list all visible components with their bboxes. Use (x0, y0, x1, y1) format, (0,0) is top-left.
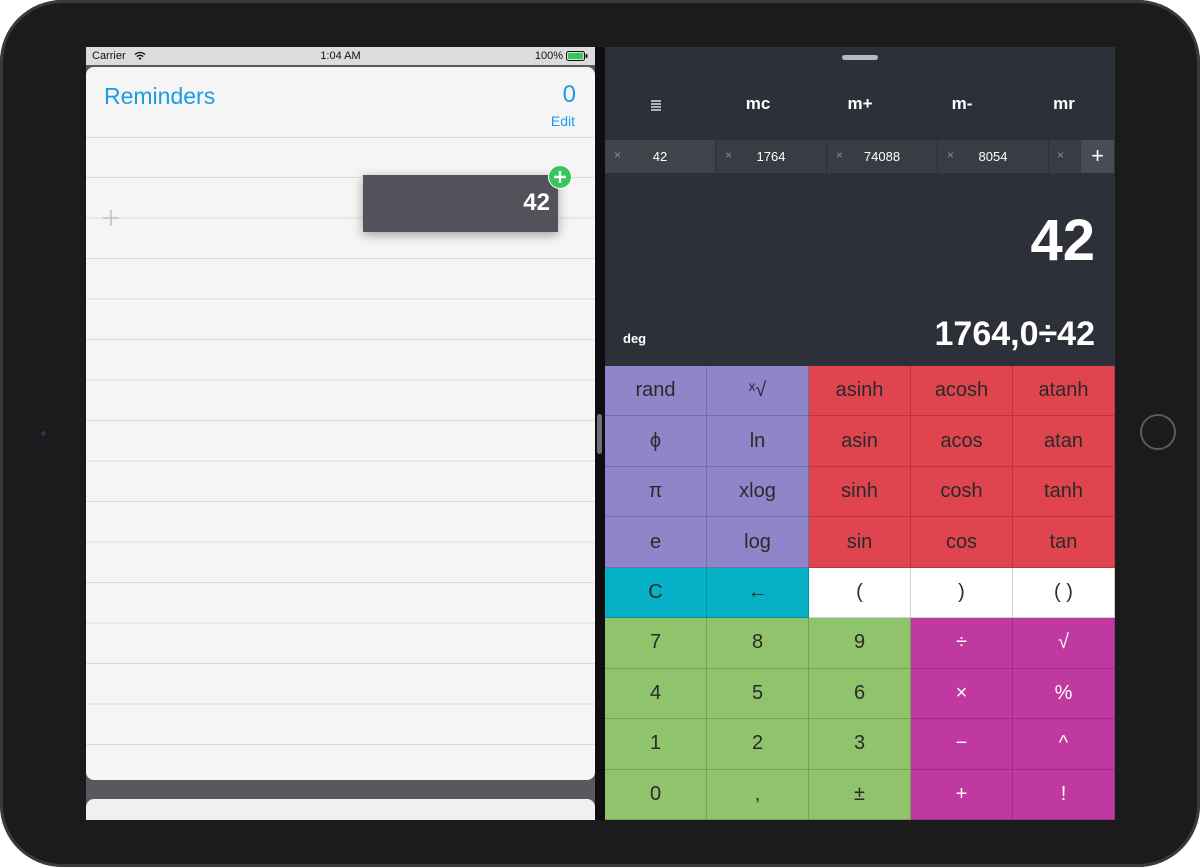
key-open-paren[interactable]: ( (809, 567, 911, 619)
memory-clear-button[interactable]: mc (707, 79, 809, 129)
key-e[interactable]: e (605, 517, 707, 568)
history-value: 74088 (863, 149, 901, 164)
status-bar: Carrier 1:04 AM 100% (86, 47, 595, 65)
key-close-paren[interactable]: ) (911, 567, 1013, 619)
dragged-value-token[interactable]: 42 (363, 175, 558, 232)
key-minus[interactable]: − (911, 719, 1013, 770)
ipad-frame: Carrier 1:04 AM 100% Reminders 0 Edit 42… (0, 0, 1200, 867)
key-xroot[interactable]: ˣ√ (707, 366, 809, 417)
key-0[interactable]: 0 (605, 769, 707, 820)
key-3[interactable]: 3 (809, 719, 911, 770)
edit-button[interactable]: Edit (551, 113, 575, 129)
key-plus[interactable]: + (911, 769, 1013, 820)
camera (39, 429, 48, 438)
key-clear[interactable]: C (605, 567, 707, 619)
home-button[interactable] (1140, 414, 1176, 450)
key-6[interactable]: 6 (809, 668, 911, 720)
page-title: Reminders (104, 83, 216, 109)
history-item[interactable]: × 74088 (827, 140, 938, 173)
slide-over-grabber[interactable] (842, 55, 878, 60)
add-history-button[interactable]: + (1081, 140, 1114, 173)
add-reminder-icon[interactable] (102, 209, 120, 227)
reminders-list: Reminders 0 Edit 42 (86, 67, 595, 780)
key-8[interactable]: 8 (707, 618, 809, 669)
key-asin[interactable]: asin (809, 416, 911, 467)
menu-icon (651, 99, 661, 111)
split-view-handle[interactable] (597, 414, 602, 454)
menu-button[interactable] (605, 79, 707, 129)
key-decimal[interactable]: , (707, 769, 809, 820)
key-log[interactable]: log (707, 517, 809, 568)
key-power[interactable]: ^ (1013, 719, 1115, 770)
history-value: 8054 (978, 149, 1008, 164)
history-item[interactable]: × 1764 (716, 140, 827, 173)
reminders-next-list[interactable] (86, 799, 595, 820)
key-1[interactable]: 1 (605, 719, 707, 770)
memory-row: mc m+ m- mr (605, 79, 1115, 129)
key-sin[interactable]: sin (809, 517, 911, 568)
key-9[interactable]: 9 (809, 618, 911, 669)
memory-add-button[interactable]: m+ (809, 79, 911, 129)
key-negate[interactable]: ± (809, 769, 911, 820)
reminder-count: 0 (562, 81, 576, 108)
battery-percent: 100% (534, 50, 563, 62)
key-2[interactable]: 2 (707, 719, 809, 770)
key-asinh[interactable]: asinh (809, 366, 911, 417)
key-factorial[interactable]: ! (1013, 769, 1115, 820)
battery-icon (566, 51, 588, 61)
calculator-pane: mc m+ m- mr × 42 × 1764 × 74088 × 8054 ×… (605, 47, 1115, 820)
key-atan[interactable]: atan (1013, 416, 1115, 467)
key-tan[interactable]: tan (1013, 517, 1115, 568)
keypad: rand ˣ√ asinh acosh atanh ϕ ln asin acos… (605, 366, 1115, 820)
key-divide[interactable]: ÷ (911, 618, 1013, 669)
reminders-pane: Carrier 1:04 AM 100% Reminders 0 Edit 42 (86, 47, 595, 820)
key-percent[interactable]: % (1013, 668, 1115, 720)
key-phi[interactable]: ϕ (605, 416, 707, 467)
expression-display: 1764,0÷42 (934, 315, 1095, 353)
history-item-partial[interactable]: × + (1049, 140, 1115, 173)
key-acos[interactable]: acos (911, 416, 1013, 467)
key-7[interactable]: 7 (605, 618, 707, 669)
memory-recall-button[interactable]: mr (1013, 79, 1115, 129)
dragged-value: 42 (523, 189, 550, 216)
key-xlog[interactable]: xlog (707, 466, 809, 518)
close-icon[interactable]: × (1057, 148, 1064, 162)
key-sinh[interactable]: sinh (809, 466, 911, 518)
memory-subtract-button[interactable]: m- (911, 79, 1013, 129)
key-sqrt[interactable]: √ (1013, 618, 1115, 669)
key-atanh[interactable]: atanh (1013, 366, 1115, 417)
key-cosh[interactable]: cosh (911, 466, 1013, 518)
key-multiply[interactable]: × (911, 668, 1013, 720)
history-value: 42 (652, 149, 668, 164)
key-ln[interactable]: ln (707, 416, 809, 467)
reminders-header: Reminders 0 Edit (86, 67, 595, 138)
result-display: 42 (1030, 208, 1095, 273)
angle-mode-toggle[interactable]: deg (623, 331, 646, 346)
screen: Carrier 1:04 AM 100% Reminders 0 Edit 42… (86, 47, 1115, 820)
history-item[interactable]: × 8054 (938, 140, 1049, 173)
key-tanh[interactable]: tanh (1013, 466, 1115, 518)
key-acosh[interactable]: acosh (911, 366, 1013, 417)
key-backspace[interactable]: ← (707, 567, 809, 619)
key-pi[interactable]: π (605, 466, 707, 518)
key-4[interactable]: 4 (605, 668, 707, 720)
status-time: 1:04 AM (320, 50, 361, 62)
drop-add-icon (548, 165, 572, 189)
history-tabs: × 42 × 1764 × 74088 × 8054 × + (605, 140, 1115, 173)
key-5[interactable]: 5 (707, 668, 809, 720)
key-cos[interactable]: cos (911, 517, 1013, 568)
history-value: 1764 (756, 149, 786, 164)
key-parens[interactable]: ( ) (1013, 567, 1115, 619)
history-item[interactable]: × 42 (605, 140, 716, 173)
key-rand[interactable]: rand (605, 366, 707, 417)
